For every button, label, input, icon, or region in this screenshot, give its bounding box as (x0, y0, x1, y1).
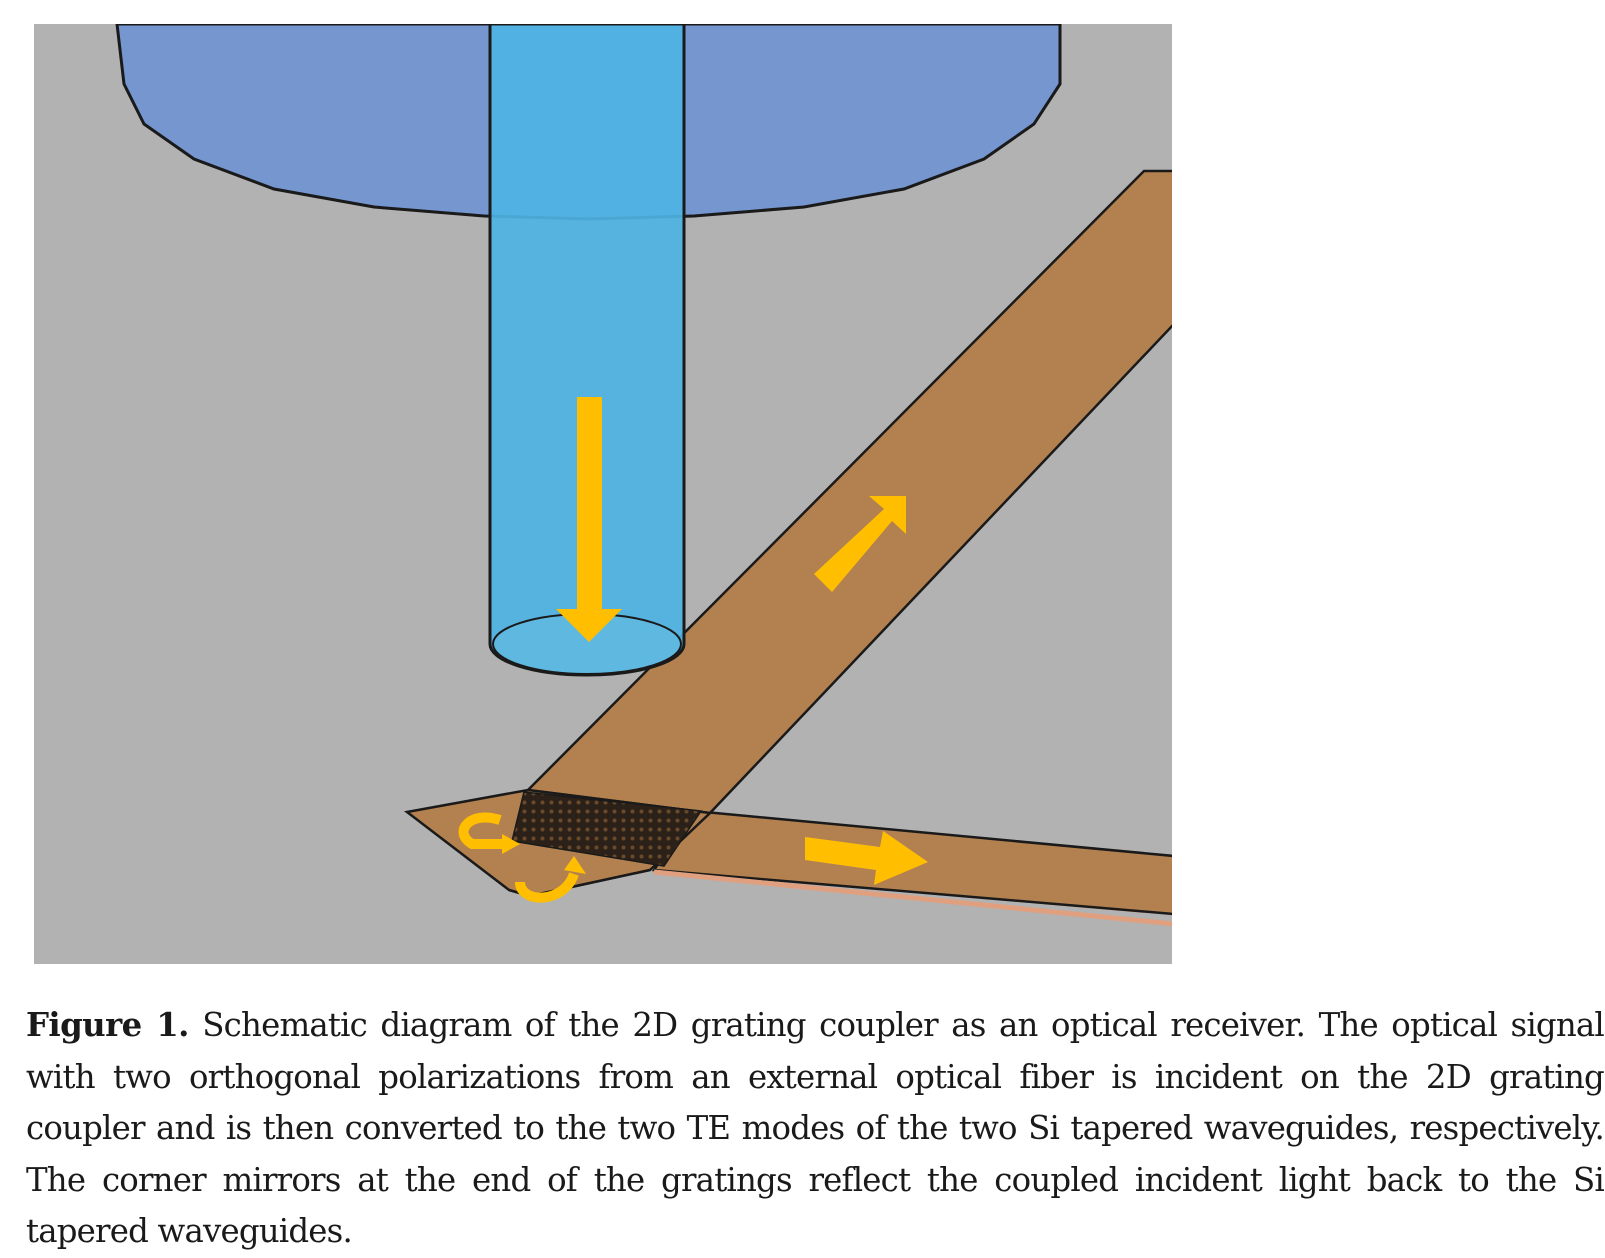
figure-label: Figure 1. (26, 1006, 189, 1044)
grating-coupler-schematic (34, 24, 1172, 964)
figure-caption: Figure 1. Schematic diagram of the 2D gr… (26, 1000, 1605, 1258)
figure-image (34, 24, 1172, 964)
figure-caption-text: Schematic diagram of the 2D grating coup… (26, 1006, 1605, 1250)
